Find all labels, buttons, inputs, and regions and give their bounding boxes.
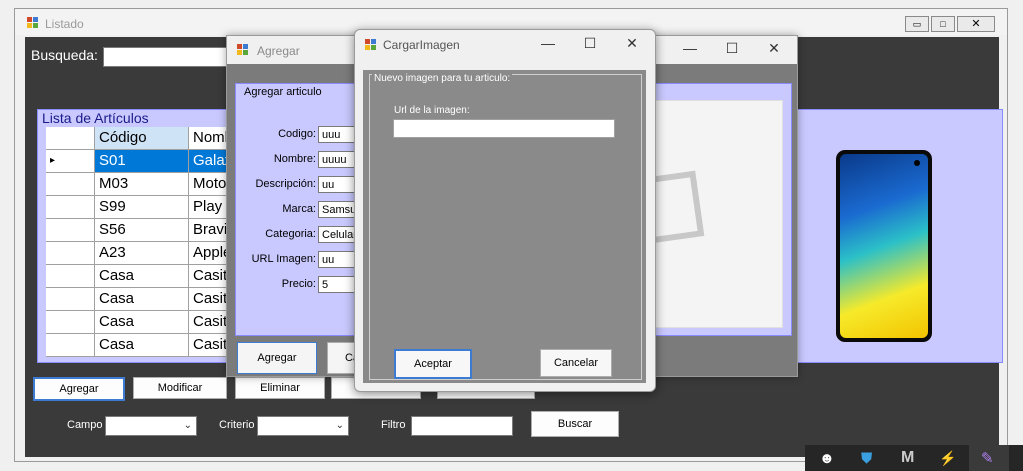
search-label: Busqueda: (31, 47, 98, 63)
cargar-groupbox: Nuevo imagen para tu articulo: Url de la… (369, 73, 642, 380)
phone-screen (840, 154, 928, 338)
preview-box (641, 100, 783, 328)
field-input[interactable]: 5 (318, 276, 358, 293)
maximize-icon[interactable]: ☐ (725, 40, 739, 57)
field-input[interactable]: Samsung (318, 201, 358, 218)
field-label: URL Imagen: (251, 253, 316, 265)
filtro-input[interactable] (411, 416, 513, 436)
grid-row-header[interactable] (46, 173, 95, 196)
phone-image (836, 150, 932, 342)
grid-row-header[interactable] (46, 288, 95, 311)
campo-select[interactable]: ⌄ (105, 416, 197, 436)
field-input[interactable]: uu (318, 176, 358, 193)
minimize-button[interactable]: ▭ (905, 16, 929, 32)
buscar-button[interactable]: Buscar (531, 411, 619, 437)
grid-row-header[interactable]: ▸ (46, 150, 95, 173)
field-label: Precio: (281, 278, 316, 290)
field-input[interactable]: uu (318, 251, 358, 268)
cargar-group-label: Nuevo imagen para tu articulo: (372, 73, 513, 84)
shoe-icon[interactable]: ⚡ (939, 450, 956, 467)
grid-row-header[interactable] (46, 265, 95, 288)
grid-cell-codigo[interactable]: S99 (95, 196, 189, 219)
agregar-button[interactable]: Agregar (33, 377, 125, 401)
close-button[interactable]: ✕ (957, 16, 995, 32)
taskbar-active-slot: ✎ (969, 445, 1009, 471)
main-window-title: Listado (45, 17, 84, 31)
aceptar-button[interactable]: Aceptar (394, 349, 472, 379)
cargar-imagen-dialog: CargarImagen — ☐ ✕ Nuevo imagen para tu … (354, 29, 656, 392)
agregar-dialog-button[interactable]: Agregar (237, 342, 317, 374)
minimize-icon[interactable]: — (541, 35, 555, 51)
close-icon[interactable]: ✕ (767, 40, 781, 57)
modificar-button[interactable]: Modificar (133, 377, 227, 399)
grid-cell-codigo[interactable]: Casa (95, 311, 189, 334)
maximize-button[interactable]: □ (931, 16, 955, 32)
grid-corner (46, 127, 95, 150)
grid-header-codigo[interactable]: Código (95, 127, 189, 150)
app-icon (237, 44, 249, 56)
campo-label: Campo (67, 419, 103, 431)
criterio-select[interactable]: ⌄ (257, 416, 349, 436)
taskbar: ☻ ⛊ M ⚡ ✎ (805, 445, 1023, 471)
grid-row-header[interactable] (46, 242, 95, 265)
field-label: Marca: (282, 203, 316, 215)
ghost-icon[interactable]: ☻ (819, 450, 835, 467)
app-icon (27, 17, 39, 29)
shield-icon[interactable]: ⛊ (861, 450, 872, 467)
grid-row-header[interactable] (46, 311, 95, 334)
filtro-label: Filtro (381, 419, 406, 431)
cargar-client-area: Nuevo imagen para tu articulo: Url de la… (363, 70, 646, 383)
minimize-icon[interactable]: — (683, 40, 697, 56)
grid-cell-codigo[interactable]: Casa (95, 288, 189, 311)
grid-cell-codigo[interactable]: M03 (95, 173, 189, 196)
grid-row-header[interactable] (46, 219, 95, 242)
agregar-group-label: Agregar articulo (244, 86, 322, 98)
url-label: Url de la imagen: (394, 105, 470, 116)
grid-row-header[interactable] (46, 196, 95, 219)
field-input[interactable]: uuuu (318, 151, 358, 168)
grid-cell-codigo[interactable]: Casa (95, 334, 189, 357)
field-input[interactable]: uuu (318, 126, 358, 143)
grid-cell-codigo[interactable]: A23 (95, 242, 189, 265)
field-label: Descripción: (255, 178, 316, 190)
field-label: Nombre: (273, 153, 316, 165)
cargar-dialog-title: CargarImagen (383, 38, 460, 52)
maximize-icon[interactable]: ☐ (583, 35, 597, 52)
m-app-icon[interactable]: M (901, 449, 914, 467)
cancelar-cargar-button[interactable]: Cancelar (540, 349, 612, 377)
criterio-label: Criterio (219, 419, 255, 431)
grid-cell-codigo[interactable]: Casa (95, 265, 189, 288)
url-input[interactable] (393, 119, 615, 138)
field-label: Categoria: (265, 228, 316, 240)
grid-cell-codigo[interactable]: S01 (95, 150, 189, 173)
app-icon (365, 39, 377, 51)
grid-cell-codigo[interactable]: S56 (95, 219, 189, 242)
chevron-down-icon: ⌄ (335, 420, 344, 431)
field-label: Codigo: (278, 128, 316, 140)
eliminar-button[interactable]: Eliminar (235, 377, 325, 399)
feather-icon[interactable]: ✎ (981, 449, 994, 467)
articles-group-label: Lista de Artículos (42, 110, 149, 126)
close-icon[interactable]: ✕ (625, 35, 639, 52)
phone-camera (914, 160, 920, 166)
chevron-down-icon: ⌄ (183, 420, 192, 431)
field-input[interactable]: Celulares (318, 226, 358, 243)
grid-row-header[interactable] (46, 334, 95, 357)
agregar-dialog-title: Agregar (257, 44, 300, 58)
